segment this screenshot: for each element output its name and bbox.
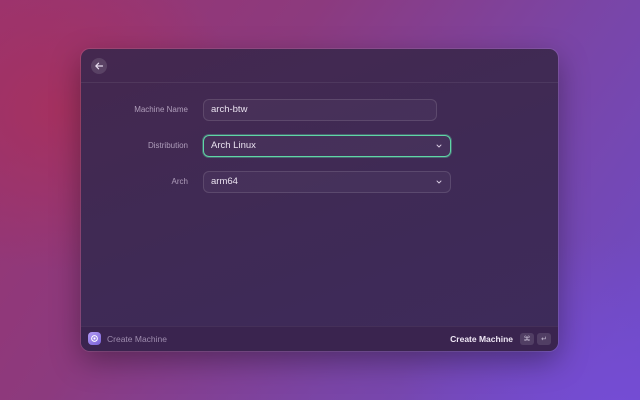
- action-bar: Create Machine Create Machine ⌘ ↵: [81, 326, 558, 351]
- chevron-down-icon: [436, 180, 442, 184]
- return-key-icon: ↵: [537, 333, 551, 345]
- machine-name-row: Machine Name arch-btw: [81, 99, 558, 121]
- arch-row: Arch arm64: [81, 171, 558, 193]
- window-toolbar: [81, 49, 558, 83]
- distribution-label: Distribution: [147, 141, 188, 150]
- create-machine-button[interactable]: Create Machine: [450, 327, 513, 351]
- footer-title: Create Machine: [107, 334, 168, 344]
- arch-label: Arch: [171, 177, 188, 186]
- machine-name-label: Machine Name: [134, 105, 188, 114]
- create-machine-window: Machine Name arch-btw Distribution Arch …: [81, 49, 558, 351]
- arch-select[interactable]: arm64: [203, 171, 451, 193]
- distribution-value: Arch Linux: [211, 140, 256, 151]
- distribution-row: Distribution Arch Linux: [81, 135, 558, 157]
- arrow-left-icon: [95, 62, 104, 70]
- chevron-down-icon: [436, 144, 442, 148]
- arch-value: arm64: [211, 176, 238, 187]
- machine-name-value: arch-btw: [211, 104, 248, 115]
- machine-name-input[interactable]: arch-btw: [203, 99, 437, 121]
- distribution-select[interactable]: Arch Linux: [203, 135, 451, 157]
- command-key-icon: ⌘: [520, 333, 534, 345]
- orbstack-icon: [88, 332, 101, 345]
- back-button[interactable]: [91, 58, 107, 74]
